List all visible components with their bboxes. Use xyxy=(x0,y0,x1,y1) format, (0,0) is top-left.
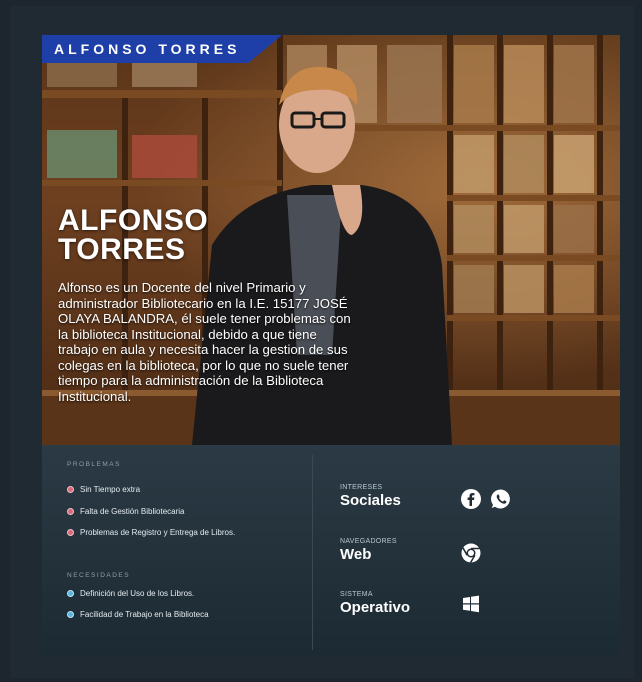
need-bullet-icon xyxy=(67,589,74,597)
needs-label: NECESIDADES xyxy=(67,572,131,579)
problem-item-label: Falta de Gestión Bibliotecaria xyxy=(80,506,185,516)
problem-bullet-icon xyxy=(67,485,74,493)
problem-bullet-icon xyxy=(67,507,74,515)
panel-divider xyxy=(312,455,313,650)
system-value: Operativo xyxy=(340,599,411,616)
hero-description: Alfonso es un Docente del nivel Primario… xyxy=(58,280,351,404)
problem-item-label: Problemas de Registro y Entrega de Libro… xyxy=(80,527,236,537)
need-bullet-icon xyxy=(67,610,74,618)
need-item-label: Facilidad de Trabajo en la Biblioteca xyxy=(80,609,209,619)
browsers-label: NAVEGADORES xyxy=(340,538,397,545)
problem-bullet-icon xyxy=(67,528,74,536)
need-item: Facilidad de Trabajo en la Biblioteca xyxy=(67,608,209,620)
hero-name: ALFONSO TORRES xyxy=(58,204,258,266)
details-panel xyxy=(42,445,620,655)
hero-name-line1: ALFONSO xyxy=(58,204,209,237)
problem-item: Problemas de Registro y Entrega de Libro… xyxy=(67,526,235,538)
problem-item-label: Sin Tiempo extra xyxy=(80,484,141,494)
problem-item: Falta de Gestión Bibliotecaria xyxy=(67,505,185,517)
name-tag: ALFONSO TORRES xyxy=(42,35,282,63)
problems-label: PROBLEMAS xyxy=(67,461,121,468)
hero-name-line2: TORRES xyxy=(58,233,186,266)
need-item-label: Definición del Uso de los Libros. xyxy=(80,588,195,598)
interests-value: Sociales xyxy=(340,492,401,509)
need-item: Definición del Uso de los Libros. xyxy=(67,587,194,599)
chrome-icon[interactable] xyxy=(460,542,482,564)
system-label: SISTEMA xyxy=(340,591,373,598)
browsers-value: Web xyxy=(340,546,372,563)
interests-label: INTERESES xyxy=(340,484,383,491)
windows-icon[interactable] xyxy=(460,593,482,615)
facebook-icon[interactable] xyxy=(460,488,482,510)
problem-item: Sin Tiempo extra xyxy=(67,483,140,495)
whatsapp-icon[interactable] xyxy=(490,488,512,510)
